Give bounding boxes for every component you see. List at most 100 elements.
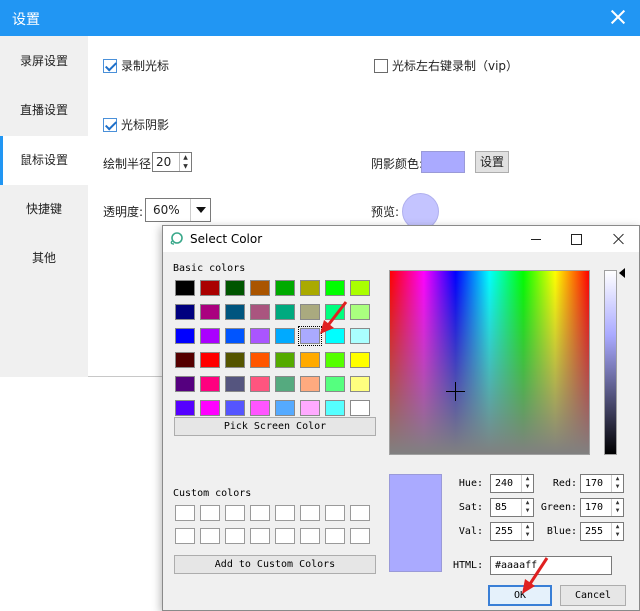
red-spinbox[interactable]: 170 ▲ ▼ — [580, 474, 624, 493]
custom-color-swatch[interactable] — [300, 528, 320, 544]
basic-color-swatch[interactable] — [275, 352, 295, 368]
basic-color-swatch[interactable] — [225, 304, 245, 320]
sat-spinbox[interactable]: 85 ▲ ▼ — [490, 498, 534, 517]
spin-arrows[interactable]: ▲ ▼ — [611, 523, 623, 540]
maximize-icon[interactable] — [556, 226, 596, 252]
spin-arrows[interactable]: ▲ ▼ — [521, 523, 533, 540]
spin-down-icon[interactable]: ▼ — [612, 531, 623, 539]
basic-color-swatch[interactable] — [275, 328, 295, 344]
custom-color-swatch[interactable] — [250, 505, 270, 521]
hue-spinbox[interactable]: 240 ▲ ▼ — [490, 474, 534, 493]
close-icon[interactable] — [599, 226, 639, 252]
basic-color-swatch[interactable] — [325, 280, 345, 296]
sidebar-item-other[interactable]: 其他 — [0, 234, 88, 283]
val-spinbox[interactable]: 255 ▲ ▼ — [490, 522, 534, 541]
basic-color-swatch[interactable] — [225, 280, 245, 296]
spin-up-icon[interactable]: ▲ — [522, 523, 533, 531]
basic-color-swatch[interactable] — [325, 352, 345, 368]
green-spinbox[interactable]: 170 ▲ ▼ — [580, 498, 624, 517]
spin-up-icon[interactable]: ▲ — [522, 475, 533, 483]
basic-color-swatch[interactable] — [325, 400, 345, 416]
basic-color-swatch[interactable] — [225, 352, 245, 368]
basic-color-swatch[interactable] — [325, 304, 345, 320]
basic-color-swatch[interactable] — [250, 352, 270, 368]
basic-color-swatch[interactable] — [225, 400, 245, 416]
cursor-shadow-checkbox[interactable]: 光标阴影 — [103, 116, 169, 133]
basic-color-swatch[interactable] — [225, 376, 245, 392]
spin-arrows[interactable]: ▲ ▼ — [179, 153, 191, 171]
minimize-icon[interactable] — [516, 226, 556, 252]
basic-color-swatch[interactable] — [200, 328, 220, 344]
custom-color-swatch[interactable] — [250, 528, 270, 544]
basic-color-swatch[interactable] — [200, 352, 220, 368]
blue-spinbox[interactable]: 255 ▲ ▼ — [580, 522, 624, 541]
custom-color-swatch[interactable] — [200, 505, 220, 521]
basic-color-swatch[interactable] — [250, 280, 270, 296]
ok-button[interactable]: OK — [488, 585, 552, 606]
basic-color-swatch[interactable] — [175, 376, 195, 392]
color-spectrum[interactable] — [389, 270, 590, 455]
spin-arrows[interactable]: ▲ ▼ — [611, 499, 623, 516]
basic-color-swatch[interactable] — [200, 304, 220, 320]
cancel-button[interactable]: Cancel — [560, 585, 626, 606]
basic-color-swatch[interactable] — [350, 280, 370, 296]
custom-color-swatch[interactable] — [225, 505, 245, 521]
add-custom-colors-button[interactable]: Add to Custom Colors — [174, 555, 376, 574]
custom-color-swatch[interactable] — [300, 505, 320, 521]
sidebar-item-mouse[interactable]: 鼠标设置 — [0, 136, 88, 185]
basic-color-swatch[interactable] — [300, 352, 320, 368]
basic-color-swatch[interactable] — [300, 400, 320, 416]
basic-color-swatch[interactable] — [175, 328, 195, 344]
custom-color-swatch[interactable] — [175, 505, 195, 521]
spin-arrows[interactable]: ▲ ▼ — [521, 475, 533, 492]
basic-color-swatch[interactable] — [298, 326, 322, 346]
html-color-input[interactable]: #aaaaff — [490, 556, 612, 575]
spin-down-icon[interactable]: ▼ — [612, 507, 623, 515]
spin-up-icon[interactable]: ▲ — [612, 475, 623, 483]
custom-color-swatch[interactable] — [275, 505, 295, 521]
spin-down-icon[interactable]: ▼ — [522, 483, 533, 491]
spin-down-icon[interactable]: ▼ — [522, 507, 533, 515]
custom-color-swatch[interactable] — [175, 528, 195, 544]
spin-up-icon[interactable]: ▲ — [612, 523, 623, 531]
basic-color-swatch[interactable] — [175, 304, 195, 320]
luminance-slider[interactable] — [604, 270, 617, 455]
opacity-dropdown[interactable]: 60% — [145, 198, 211, 222]
basic-color-swatch[interactable] — [275, 304, 295, 320]
sidebar-item-hotkeys[interactable]: 快捷键 — [0, 185, 88, 234]
custom-color-swatch[interactable] — [200, 528, 220, 544]
basic-color-swatch[interactable] — [275, 400, 295, 416]
basic-color-swatch[interactable] — [325, 328, 345, 344]
spin-down-icon[interactable]: ▼ — [180, 162, 191, 171]
custom-color-swatch[interactable] — [325, 505, 345, 521]
custom-color-swatch[interactable] — [275, 528, 295, 544]
basic-color-swatch[interactable] — [300, 304, 320, 320]
basic-color-swatch[interactable] — [250, 376, 270, 392]
basic-color-swatch[interactable] — [350, 328, 370, 344]
basic-color-swatch[interactable] — [275, 376, 295, 392]
record-mouse-buttons-checkbox[interactable]: 光标左右键录制（vip） — [374, 57, 518, 74]
basic-color-swatch[interactable] — [350, 400, 370, 416]
custom-color-swatch[interactable] — [325, 528, 345, 544]
spin-arrows[interactable]: ▲ ▼ — [521, 499, 533, 516]
spin-up-icon[interactable]: ▲ — [612, 499, 623, 507]
sidebar-item-record[interactable]: 录屏设置 — [0, 37, 88, 86]
basic-color-swatch[interactable] — [325, 376, 345, 392]
basic-color-swatch[interactable] — [350, 352, 370, 368]
basic-color-swatch[interactable] — [300, 376, 320, 392]
record-cursor-checkbox[interactable]: 录制光标 — [103, 57, 169, 74]
basic-color-swatch[interactable] — [275, 280, 295, 296]
custom-color-swatch[interactable] — [350, 505, 370, 521]
chevron-down-icon[interactable] — [190, 199, 210, 221]
basic-color-swatch[interactable] — [250, 400, 270, 416]
spin-arrows[interactable]: ▲ ▼ — [611, 475, 623, 492]
basic-color-swatch[interactable] — [175, 352, 195, 368]
basic-color-swatch[interactable] — [200, 280, 220, 296]
basic-color-swatch[interactable] — [175, 280, 195, 296]
set-color-button[interactable]: 设置 — [475, 151, 509, 173]
sidebar-item-live[interactable]: 直播设置 — [0, 86, 88, 135]
basic-color-swatch[interactable] — [200, 376, 220, 392]
radius-spinbox[interactable]: 20 ▲ ▼ — [152, 152, 192, 172]
spin-down-icon[interactable]: ▼ — [612, 483, 623, 491]
basic-color-swatch[interactable] — [175, 400, 195, 416]
